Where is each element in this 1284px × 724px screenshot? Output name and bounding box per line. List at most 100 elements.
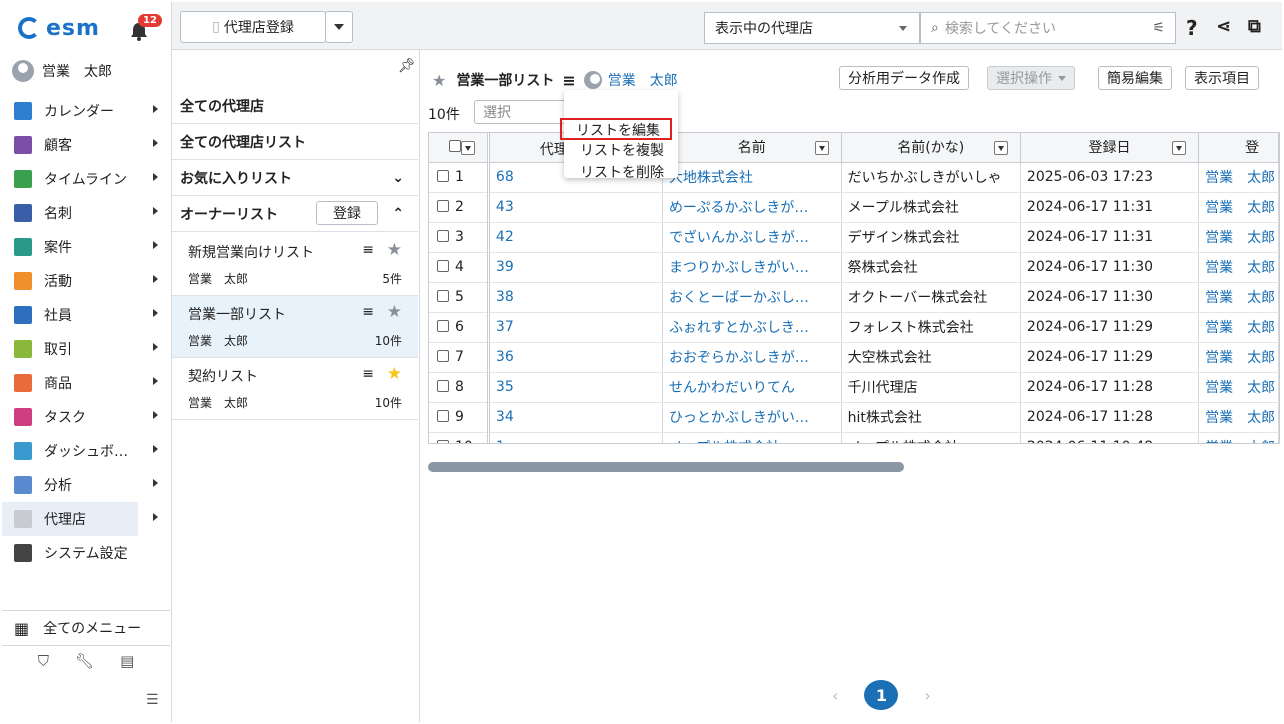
col-date-header[interactable]: 登録日 xyxy=(1020,133,1200,163)
current-page[interactable]: 1 xyxy=(864,680,899,710)
nav-item-0[interactable]: カレンダー xyxy=(2,94,170,128)
table-row[interactable]: 6 37 ふぉれすとかぶしき… フォレスト株式会社 2024-06-17 11:29 営業… xyxy=(429,312,1279,343)
table-row[interactable]: 7 36 おおぞらかぶしきが… 大空株式会社 2024-06-17 11:29 営業 太郎 xyxy=(429,342,1279,373)
nav-item-7[interactable]: 取引 xyxy=(2,332,170,366)
name-link[interactable]: ふぉれすとかぶしき… xyxy=(669,320,809,336)
external-link-icon[interactable]: ⧉ xyxy=(1248,16,1261,37)
all-menu-button[interactable]: ▦ 全てのメニュー xyxy=(2,610,170,646)
col-kana-sort-dropdown[interactable] xyxy=(993,141,1008,155)
row-checkbox[interactable] xyxy=(437,170,449,182)
menu-duplicate-list[interactable]: リストを複製 xyxy=(564,140,678,162)
pin-icon[interactable]: 📌︎ xyxy=(398,58,416,74)
collapse-menu-icon[interactable]: ☰ xyxy=(146,692,159,708)
nav-item-12[interactable]: 代理店 xyxy=(2,502,158,536)
wrench-icon[interactable]: 🔧︎ xyxy=(75,652,94,670)
table-row[interactable]: 5 38 おくとーばーかぶし… オクトーバー株式会社 2024-06-17 11:30 営… xyxy=(429,282,1279,313)
list-card[interactable]: 営業一部リスト ≡ ★ 営業 太郎 10件 xyxy=(172,296,418,358)
nav-item-13[interactable]: システム設定 xyxy=(2,536,170,570)
code-link[interactable]: 37 xyxy=(496,319,514,335)
owner-link[interactable]: 営業 太郎 xyxy=(1205,380,1275,396)
nav-item-6[interactable]: 社員 xyxy=(2,298,170,332)
table-row[interactable]: 101メープル株式会社メープル株式会社2024-06-11 10:48営業 太郎 xyxy=(429,432,1279,443)
owner-link[interactable]: 営業 太郎 xyxy=(1205,200,1275,216)
code-link[interactable]: 68 xyxy=(496,169,514,185)
row-checkbox[interactable] xyxy=(437,320,449,332)
star-icon[interactable]: ★ xyxy=(432,71,446,90)
row-checkbox[interactable] xyxy=(437,410,449,422)
star-icon[interactable]: ★ xyxy=(387,364,402,384)
code-link[interactable]: 34 xyxy=(496,409,514,425)
row-checkbox[interactable] xyxy=(437,380,449,392)
prev-page-icon[interactable]: ‹ xyxy=(832,686,838,705)
horizontal-scrollbar[interactable] xyxy=(428,462,904,472)
share-icon[interactable]: ⋖ xyxy=(1216,16,1231,37)
table-row[interactable]: 8 35 せんかわだいりてん 千川代理店 2024-06-17 11:28 営業 太郎 xyxy=(429,372,1279,403)
nav-item-5[interactable]: 活動 xyxy=(2,264,170,298)
user-profile[interactable]: 営業 太郎 xyxy=(12,60,112,82)
col-date-sort-dropdown[interactable] xyxy=(1172,141,1187,155)
all-agency-lists-item[interactable]: 全ての代理店リスト xyxy=(172,124,418,160)
help-icon[interactable]: ? xyxy=(1186,16,1198,40)
edit-list-icon[interactable]: ≡ xyxy=(362,366,374,382)
list-card[interactable]: 契約リスト ≡ ★ 営業 太郎 10件 xyxy=(172,358,418,420)
code-link[interactable]: 38 xyxy=(496,289,514,305)
name-link[interactable]: めーぷるかぶしきが… xyxy=(669,200,808,216)
row-checkbox[interactable] xyxy=(437,200,449,212)
nav-item-8[interactable]: 商品 xyxy=(2,366,170,400)
owner-link[interactable]: 営業 太郎 xyxy=(1205,320,1275,336)
favorite-lists-item[interactable]: お気に入りリスト ⌄ xyxy=(172,160,418,196)
code-link[interactable]: 39 xyxy=(496,259,514,275)
col-name-header[interactable]: 名前 xyxy=(662,133,842,163)
owner-link[interactable]: 営業 太郎 xyxy=(1205,290,1275,306)
register-list-button[interactable]: 登録 xyxy=(316,201,378,225)
col-kana-header[interactable]: 名前(かな) xyxy=(841,133,1021,163)
col-name-sort-dropdown[interactable] xyxy=(814,141,829,155)
bulk-actions-button[interactable]: 選択操作 xyxy=(987,66,1075,90)
row-checkbox[interactable] xyxy=(437,440,449,443)
code-link[interactable]: 36 xyxy=(496,349,514,365)
nav-item-11[interactable]: 分析 xyxy=(2,468,170,502)
edit-list-icon[interactable]: ≡ xyxy=(362,242,374,258)
nav-item-4[interactable]: 案件 xyxy=(2,230,170,264)
chevron-up-icon[interactable]: ⌃ xyxy=(392,206,404,222)
nav-item-3[interactable]: 名刺 xyxy=(2,196,170,230)
owner-link[interactable]: 営業 太郎 xyxy=(1205,350,1275,366)
quick-edit-button[interactable]: 簡易編集 xyxy=(1098,66,1172,90)
film-icon[interactable]: ▤ xyxy=(120,652,134,670)
register-dropdown-button[interactable] xyxy=(325,11,353,43)
row-checkbox[interactable] xyxy=(437,260,449,272)
next-page-icon[interactable]: › xyxy=(924,686,930,705)
select-dropdown[interactable] xyxy=(460,141,475,155)
name-link[interactable]: ひっとかぶしきがい… xyxy=(669,410,809,426)
analysis-data-button[interactable]: 分析用データ作成 xyxy=(839,66,969,90)
table-row[interactable]: 1 68 大地株式会社 だいちかぶしきがいしゃ 2025-06-03 17:23 営業 太… xyxy=(429,162,1279,193)
name-link[interactable]: 大地株式会社 xyxy=(669,170,753,186)
list-card[interactable]: 新規営業向けリスト ≡ ★ 営業 太郎 5件 xyxy=(172,234,418,296)
display-columns-button[interactable]: 表示項目 xyxy=(1185,66,1259,90)
bookmark-icon[interactable]: ⛉ xyxy=(38,652,49,670)
row-checkbox[interactable] xyxy=(437,230,449,242)
owner-link[interactable]: 営業 太郎 xyxy=(1205,230,1275,246)
table-row[interactable]: 9 34 ひっとかぶしきがい… hit株式会社 2024-06-17 11:28 営業 太… xyxy=(429,402,1279,433)
row-checkbox[interactable] xyxy=(437,290,449,302)
name-link[interactable]: おくとーばーかぶし… xyxy=(669,290,809,306)
esm-logo[interactable]: esm xyxy=(18,14,100,42)
table-row[interactable]: 3 42 でざいんかぶしきが… デザイン株式会社 2024-06-17 11:31 営業 … xyxy=(429,222,1279,253)
owner-link[interactable]: 営業 太郎 xyxy=(1205,440,1275,443)
star-icon[interactable]: ★ xyxy=(387,302,402,322)
col-owner-header[interactable]: 登 xyxy=(1198,133,1279,163)
row-checkbox[interactable] xyxy=(437,350,449,362)
menu-edit-list[interactable]: リストを編集 xyxy=(560,118,672,140)
table-row[interactable]: 2 43 めーぷるかぶしきが… メープル株式会社 2024-06-17 11:31 営業 … xyxy=(429,192,1279,223)
hamburger-menu-icon[interactable]: ≡ xyxy=(562,71,575,90)
owner-lists-item[interactable]: オーナーリスト 登録 ⌃ xyxy=(172,196,418,232)
view-select[interactable]: 表示中の代理店 xyxy=(704,12,920,44)
select-action-input[interactable]: 選択 xyxy=(474,100,570,124)
owner-link[interactable]: 営業 太郎 xyxy=(1205,260,1275,276)
name-link[interactable]: おおぞらかぶしきが… xyxy=(669,350,809,366)
search-input[interactable]: ⌕ 検索してください ⚟ xyxy=(920,12,1176,44)
nav-item-1[interactable]: 顧客 xyxy=(2,128,170,162)
register-agency-button[interactable]: ▯ 代理店登録 xyxy=(180,11,326,43)
filter-icon[interactable]: ⚟ xyxy=(1152,20,1165,36)
name-link[interactable]: でざいんかぶしきが… xyxy=(669,230,809,246)
